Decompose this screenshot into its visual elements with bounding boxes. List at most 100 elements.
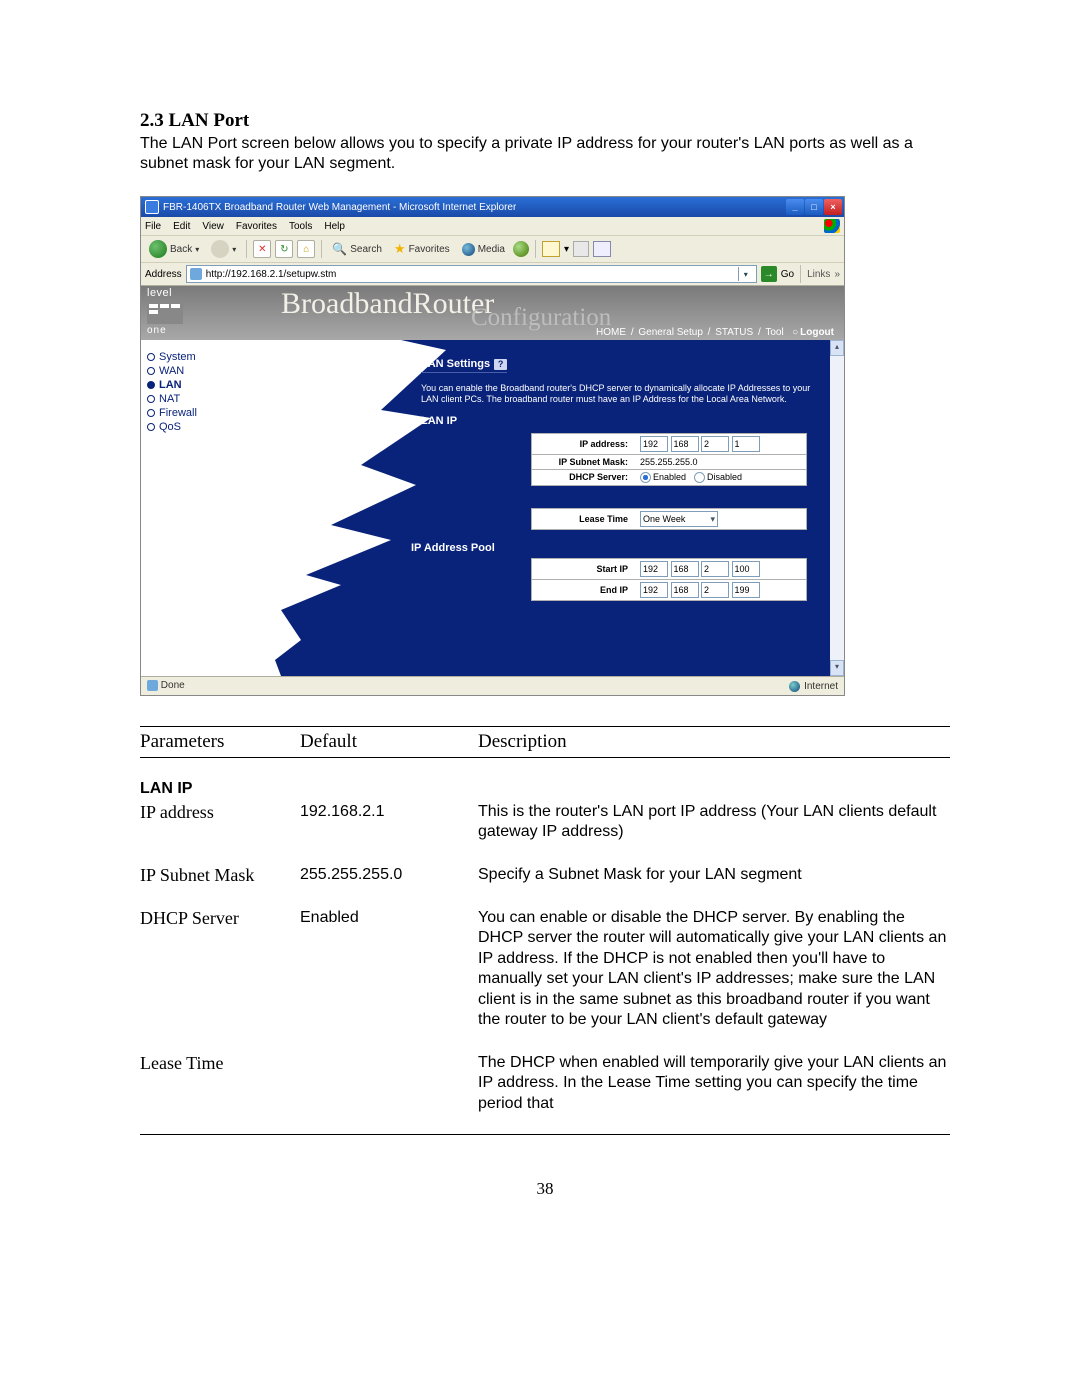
forward-button[interactable]: ▾ [207,238,240,260]
link-home[interactable]: HOME [596,327,626,338]
search-button[interactable]: 🔍 Search [328,240,386,258]
ip-octet-3[interactable]: 2 [701,436,729,452]
favorites-button[interactable]: ★ Favorites [390,239,454,259]
home-button[interactable]: ⌂ [297,240,315,258]
brand-logo-top: level [147,288,193,299]
ip-octet-1[interactable]: 192 [640,436,668,452]
close-button[interactable]: × [824,199,842,215]
menu-favorites[interactable]: Favorites [236,221,277,232]
desc-lease-time: The DHCP when enabled will temporarily g… [478,1051,950,1114]
end-ip-octet-2[interactable]: 168 [671,582,699,598]
sidebar-label: WAN [159,365,184,377]
address-dropdown[interactable]: ▾ [738,267,753,281]
windows-flag-icon [824,219,840,233]
start-ip-octet-2[interactable]: 168 [671,561,699,577]
default-ip-address: 192.168.2.1 [300,800,478,843]
minimize-button[interactable]: _ [786,199,804,215]
lan-settings-heading-text: LAN Settings [421,358,490,370]
col-header-parameters: Parameters [140,727,300,757]
edit-button[interactable] [593,241,611,257]
favorites-label: Favorites [409,244,450,255]
star-icon: ★ [394,241,406,257]
sidebar-item-system[interactable]: System [147,350,267,364]
sidebar-item-wan[interactable]: WAN [147,364,267,378]
link-logout[interactable]: Logout [792,327,834,338]
subhead-lan-ip: LAN IP [140,758,950,800]
search-label: Search [350,244,382,255]
refresh-button[interactable]: ↻ [275,240,293,258]
menu-edit[interactable]: Edit [173,221,190,232]
param-ip-address: IP address [140,800,300,843]
sidebar-item-firewall[interactable]: Firewall [147,406,267,420]
label-end-ip: End IP [532,579,635,600]
radio-dhcp-disabled[interactable]: Disabled [694,472,742,483]
lan-settings-heading: LAN Settings ? [421,358,507,373]
sidebar-label: Firewall [159,407,197,419]
mail-button[interactable] [542,241,560,257]
forward-icon [211,240,229,258]
links-expand[interactable]: » [834,269,840,280]
back-icon [149,240,167,258]
media-button[interactable]: Media [458,241,509,258]
label-ip-address: IP address: [532,433,635,454]
radio-dhcp-enabled[interactable]: Enabled [640,472,686,483]
start-ip-octet-4[interactable]: 100 [732,561,760,577]
ip-pool-table: Start IP 192 168 2 100 End IP [531,558,807,601]
sidebar-nav: System WAN LAN NAT Firewall QoS [141,340,271,676]
status-text: Done [161,681,185,692]
menu-file[interactable]: File [145,221,161,232]
menu-view[interactable]: View [202,221,224,232]
back-label: Back [170,244,192,255]
ie-toolbar: Back ▾ ▾ ✕ ↻ ⌂ 🔍 Search ★ Favorites M [141,236,844,263]
default-lease-time [300,1051,478,1114]
radio-off-icon [694,472,705,483]
default-dhcp-server: Enabled [300,906,478,1031]
ie-app-icon [145,200,159,214]
end-ip-octet-4[interactable]: 199 [732,582,760,598]
scroll-down-button[interactable]: ▾ [830,660,844,676]
lan-ip-subheading: LAN IP [421,415,820,427]
start-ip-octet-1[interactable]: 192 [640,561,668,577]
end-ip-octet-1[interactable]: 192 [640,582,668,598]
desc-ip-address: This is the router's LAN port IP address… [478,800,950,843]
param-dhcp-server: DHCP Server [140,906,300,1031]
label-lease-time: Lease Time [532,508,635,529]
link-tool[interactable]: Tool [765,327,783,338]
print-button[interactable] [573,241,589,257]
default-subnet-mask: 255.255.255.0 [300,863,478,886]
brand-logo: level one [147,288,193,336]
sidebar-label: NAT [159,393,180,405]
ip-pool-subheading: IP Address Pool [411,542,820,554]
ie-statusbar: Done Internet [141,676,844,695]
history-button[interactable] [513,241,529,257]
go-label: Go [781,269,794,280]
col-header-default: Default [300,727,478,757]
ip-octet-2[interactable]: 168 [671,436,699,452]
media-icon [462,243,475,256]
col-header-description: Description [478,727,950,757]
links-label[interactable]: Links [807,269,830,280]
address-input[interactable]: http://192.168.2.1/setupw.stm ▾ [186,265,757,283]
start-ip-octet-3[interactable]: 2 [701,561,729,577]
ip-octet-4[interactable]: 1 [732,436,760,452]
page-favicon [190,268,202,280]
ie-addressbar: Address http://192.168.2.1/setupw.stm ▾ … [141,263,844,286]
maximize-button[interactable]: □ [805,199,823,215]
sidebar-label: QoS [159,421,181,433]
back-button[interactable]: Back ▾ [145,238,203,260]
sidebar-item-lan[interactable]: LAN [147,378,267,392]
link-general-setup[interactable]: General Setup [638,327,703,338]
sidebar-item-nat[interactable]: NAT [147,392,267,406]
stop-button[interactable]: ✕ [253,240,271,258]
radio-on-icon [640,472,651,483]
section-intro: The LAN Port screen below allows you to … [140,134,950,174]
link-status[interactable]: STATUS [715,327,753,338]
menu-help[interactable]: Help [324,221,345,232]
radio-disabled-label: Disabled [707,472,742,482]
menu-tools[interactable]: Tools [289,221,312,232]
end-ip-octet-3[interactable]: 2 [701,582,729,598]
help-icon[interactable]: ? [494,359,507,370]
select-lease-time[interactable]: One Week [640,511,718,527]
go-button[interactable]: → [761,266,777,282]
sidebar-item-qos[interactable]: QoS [147,420,267,434]
